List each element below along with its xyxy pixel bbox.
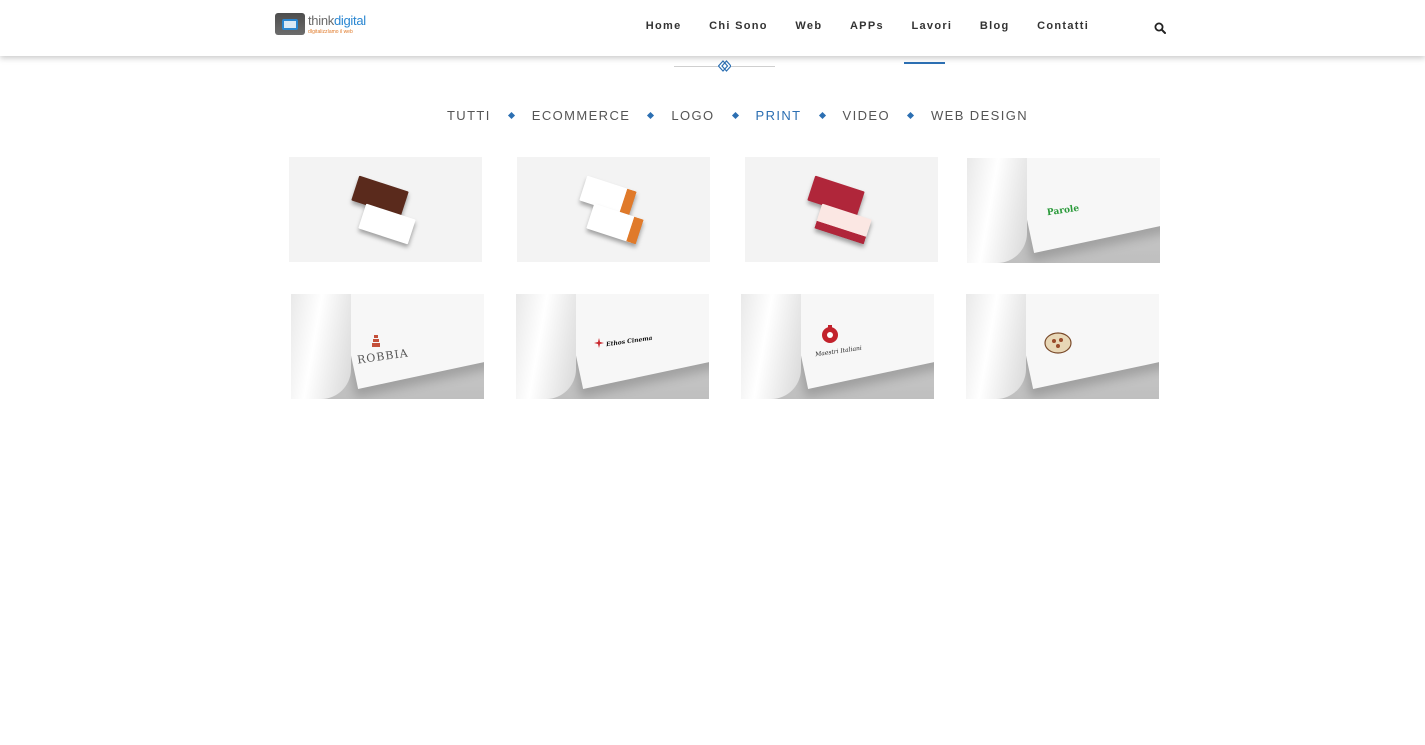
filter-tutti[interactable]: TUTTI <box>447 108 491 123</box>
nav-chi-sono[interactable]: Chi Sono <box>695 20 781 36</box>
paper-sheet <box>1004 294 1159 389</box>
nav-home[interactable]: Home <box>632 20 695 36</box>
portfolio-item-letterhead[interactable]: Parole <box>967 158 1160 263</box>
filter-web-design[interactable]: WEB DESIGN <box>931 108 1028 123</box>
portfolio-item-business-card[interactable] <box>517 157 710 262</box>
paper-sheet <box>329 294 484 389</box>
diamond-icon <box>718 60 731 72</box>
pizza-logo-icon <box>1044 332 1072 354</box>
nav-contatti[interactable]: Contatti <box>1023 20 1103 36</box>
portfolio-item-letterhead[interactable] <box>966 294 1159 399</box>
logo[interactable]: thinkdigital dIgitalizzIamo il web <box>275 12 366 36</box>
filter-separator <box>731 111 739 120</box>
section-divider <box>674 60 775 72</box>
nav-web[interactable]: Web <box>782 20 837 36</box>
business-card-front <box>358 203 416 245</box>
filter-ecommerce[interactable]: ECOMMERCE <box>532 108 631 123</box>
filter-separator <box>647 111 655 120</box>
pomegranate-icon <box>822 325 838 343</box>
paper-sheet <box>1005 158 1160 253</box>
nav-apps[interactable]: APPs <box>836 20 898 36</box>
paper-fold <box>967 158 1027 263</box>
search-icon[interactable] <box>1154 22 1166 34</box>
portfolio-item-letterhead[interactable]: Maestri Italiani <box>741 294 934 399</box>
filter-separator <box>906 111 915 120</box>
business-card-front <box>814 203 872 245</box>
nav-lavori[interactable]: Lavori <box>898 20 966 36</box>
paper-sheet <box>779 294 934 389</box>
filter-separator <box>818 111 826 120</box>
logo-text: thinkdigital dIgitalizzIamo il web <box>308 13 366 35</box>
portfolio-filters: TUTTI ECOMMERCE LOGO PRINT VIDEO WEB DES… <box>0 108 1425 123</box>
paper-fold <box>291 294 351 399</box>
portfolio-item-letterhead[interactable]: ROBBIA <box>291 294 484 399</box>
portfolio-item-business-card[interactable] <box>745 157 938 262</box>
portfolio-item-business-card[interactable] <box>289 157 482 262</box>
paper-fold <box>741 294 801 399</box>
filter-video[interactable]: VIDEO <box>843 108 890 123</box>
paper-fold <box>516 294 576 399</box>
business-card-front <box>586 203 644 245</box>
portfolio-item-letterhead[interactable]: Ethos Cinema <box>516 294 709 399</box>
logo-tagline: dIgitalizzIamo il web <box>308 29 353 35</box>
leaf-icon <box>594 338 604 348</box>
paper-fold <box>966 294 1026 399</box>
filter-print[interactable]: PRINT <box>756 108 802 123</box>
logo-icon <box>275 13 305 35</box>
filter-separator <box>507 111 515 120</box>
tower-icon <box>372 335 380 347</box>
site-header: thinkdigital dIgitalizzIamo il web Home … <box>0 0 1425 56</box>
nav-blog[interactable]: Blog <box>966 20 1023 36</box>
main-nav: Home Chi Sono Web APPs Lavori Blog Conta… <box>632 20 1103 36</box>
filter-logo[interactable]: LOGO <box>671 108 714 123</box>
nav-active-indicator <box>904 62 945 64</box>
